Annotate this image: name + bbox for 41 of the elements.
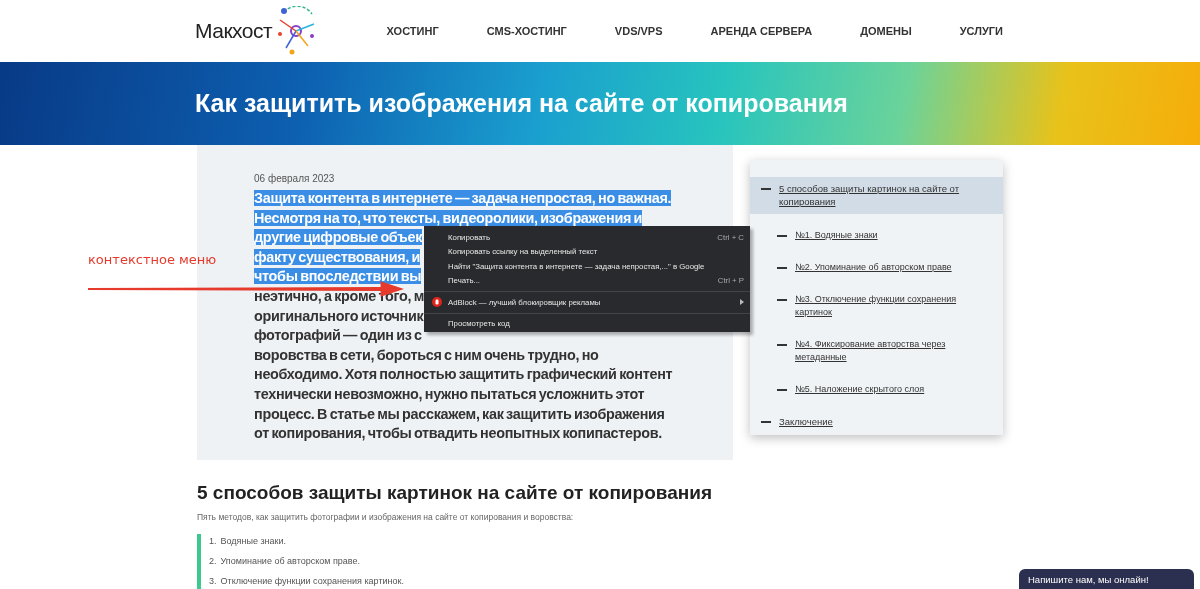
list-number: 2. [209,556,217,568]
section-intro: Пять методов, как защитить фотографии и изображения на сайте от копирования и воровства: [197,512,575,522]
section-heading: 5 способов защиты картинок на сайте от копирования [197,482,713,504]
list-item: Водяные знаки. [220,536,286,548]
dash-icon [761,421,771,423]
submenu-arrow-icon [740,299,744,306]
nav-link[interactable]: УСЛУГИ [959,25,1003,37]
toc-row[interactable]: Заключение [750,410,1003,434]
toc-row[interactable]: №1. Водяные знаки [750,224,1003,248]
toc-row[interactable]: №3. Отключение функции сохранения картинок [750,288,1003,325]
annotation-label: контекстное меню [88,252,217,267]
dash-icon [777,389,787,391]
paragraph-line: от копирования, чтобы отвадить неопытных копипастеров. [254,425,662,442]
paragraph-line: оригинального источник [254,307,424,324]
toc-row[interactable]: №2. Упоминание об авторском праве [750,256,1003,280]
toc-row[interactable]: №4. Фиксирование авторства через метаданные [750,333,1003,370]
list-number: 3. [209,576,217,588]
paragraph-line: процесс. В статье мы расскажем, как защитить изображения [254,405,665,422]
nav-link[interactable]: CMS-ХОСТИНГ [486,25,567,37]
paragraph-line: технически невозможно, нужно пытаться усложнить этот [254,385,645,402]
dash-icon [777,299,787,301]
page-title: Как защитить изображения на сайте от копирования [195,89,848,118]
nav-link[interactable]: ДОМЕНЫ [860,25,912,37]
toc-row[interactable]: №5. Наложение скрытого слоя [750,378,1003,402]
list-number: 1. [209,536,217,548]
dash-icon [777,344,787,346]
logo-text[interactable]: Макхост [195,19,273,43]
nav-link[interactable]: VDS/VPS [614,25,663,37]
paragraph-line: необходимо. Хотя полностью защитить графический контент [254,366,673,383]
nav-link[interactable]: АРЕНДА СЕРВЕРА [710,25,813,37]
paragraph-line: фотографий — один из с [254,327,422,344]
paragraph-line: воровства в сети, бороться с ним очень трудно, но [254,346,599,363]
chat-button[interactable]: Напишите нам, мы онлайн! [1019,569,1194,589]
dash-icon [777,235,787,237]
dash-icon [761,188,771,190]
toc-row[interactable]: 5 способов защиты картинок на сайте от копирования [750,177,1003,214]
list-item: Упоминание об авторском праве. [220,556,360,568]
dash-icon [777,267,787,269]
article-date: 06 февраля 2023 [254,173,336,184]
nav-link[interactable]: ХОСТИНГ [386,25,439,37]
list-item: Отключение функции сохранения картинок. [220,576,404,588]
